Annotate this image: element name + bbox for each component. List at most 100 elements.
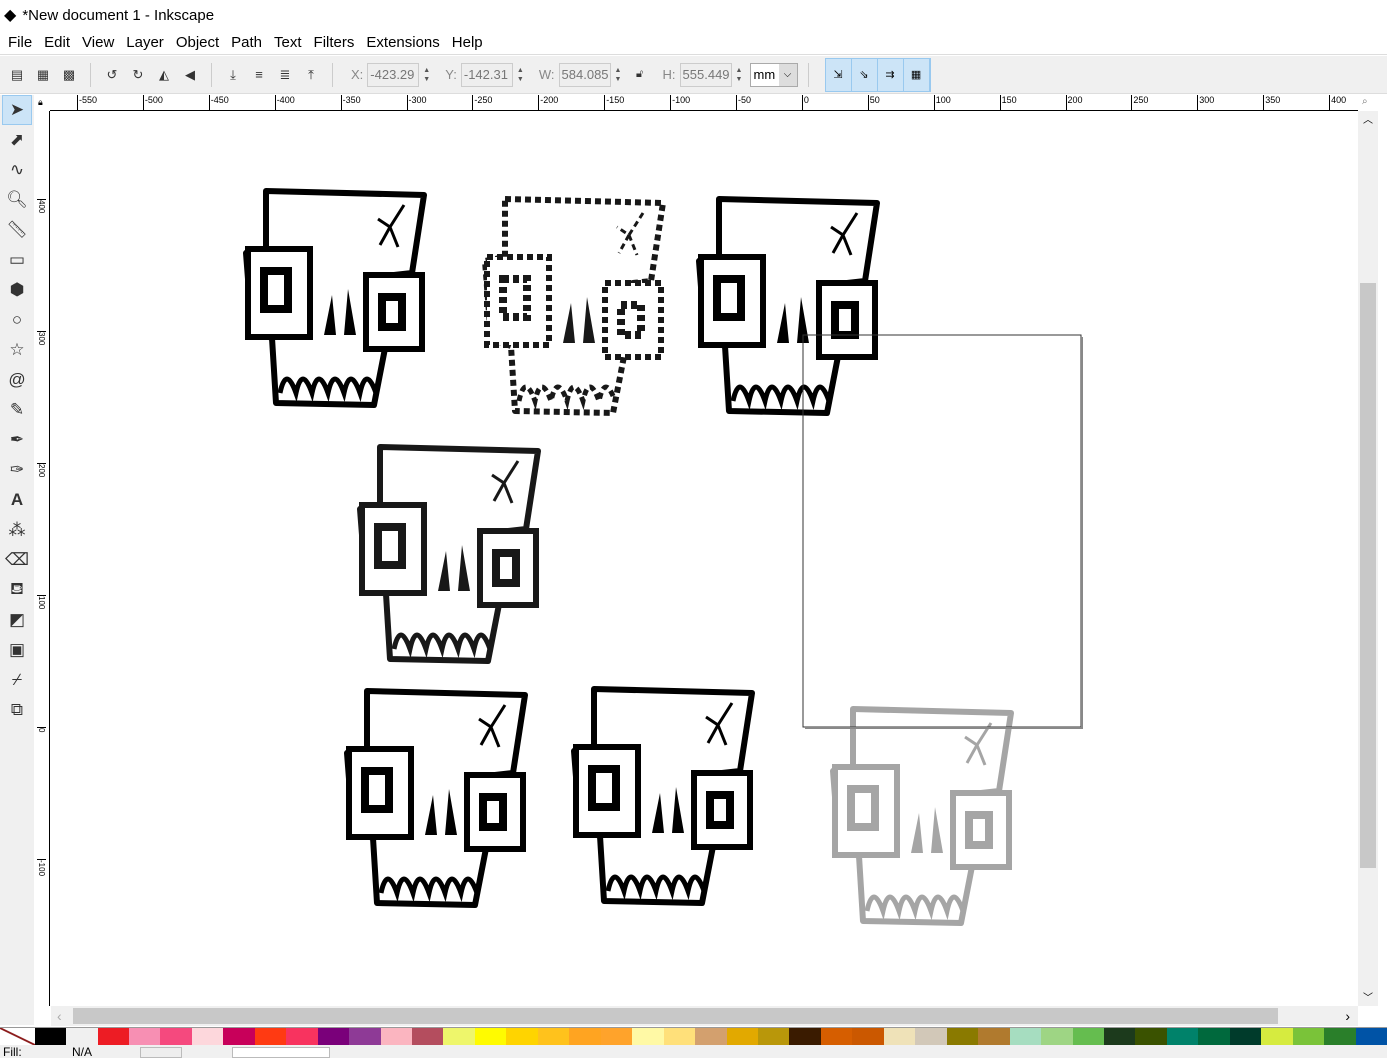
skull-drawing[interactable]: [347, 691, 525, 905]
color-swatch[interactable]: [789, 1028, 820, 1045]
zoom-corner-icon[interactable]: ⌕: [1362, 96, 1368, 107]
mesh-tool-icon[interactable]: ▣: [2, 635, 32, 665]
h-spinner[interactable]: ▲▼: [736, 63, 746, 87]
skull-drawing[interactable]: [246, 191, 424, 405]
color-swatch[interactable]: [98, 1028, 129, 1045]
menu-text[interactable]: Text: [268, 34, 308, 51]
h-input[interactable]: 555.449: [680, 63, 732, 87]
pen-tool-icon[interactable]: ✒: [2, 425, 32, 455]
scale-corners-icon[interactable]: ⇘: [852, 59, 878, 91]
color-swatch[interactable]: [884, 1028, 915, 1045]
opacity-input[interactable]: [140, 1047, 182, 1058]
color-swatch[interactable]: [223, 1028, 254, 1045]
measure-tool-icon[interactable]: 📏︎: [2, 215, 32, 245]
color-swatch[interactable]: [727, 1028, 758, 1045]
zoom-tool-icon[interactable]: 🔍︎: [2, 185, 32, 215]
gradient-tool-icon[interactable]: ◩: [2, 605, 32, 635]
color-swatch[interactable]: [475, 1028, 506, 1045]
menu-object[interactable]: Object: [170, 34, 225, 51]
color-swatch[interactable]: [318, 1028, 349, 1045]
color-swatch[interactable]: [1324, 1028, 1355, 1045]
menu-filters[interactable]: Filters: [308, 34, 361, 51]
rectangle-tool-icon[interactable]: ▭: [2, 245, 32, 275]
spiral-tool-icon[interactable]: @: [2, 365, 32, 395]
color-swatch[interactable]: [1135, 1028, 1166, 1045]
color-swatch[interactable]: [758, 1028, 789, 1045]
rotate-ccw-icon[interactable]: ↺: [101, 64, 123, 86]
color-swatch[interactable]: [443, 1028, 474, 1045]
star-tool-icon[interactable]: ☆: [2, 335, 32, 365]
text-tool-icon[interactable]: A: [2, 485, 32, 515]
scroll-left-icon[interactable]: ‹: [57, 1008, 62, 1024]
color-swatch[interactable]: [978, 1028, 1009, 1045]
w-spinner[interactable]: ▲▼: [615, 63, 625, 87]
connector-tool-icon[interactable]: ⧉: [2, 695, 32, 725]
color-swatch[interactable]: [915, 1028, 946, 1045]
color-swatch[interactable]: [538, 1028, 569, 1045]
node-tool-icon[interactable]: ⬈: [2, 125, 32, 155]
ellipse-tool-icon[interactable]: ○: [2, 305, 32, 335]
spray-tool-icon[interactable]: ⁂: [2, 515, 32, 545]
menu-layer[interactable]: Layer: [120, 34, 170, 51]
flip-horizontal-icon[interactable]: ◭: [153, 64, 175, 86]
paint-bucket-tool-icon[interactable]: ⛾: [2, 575, 32, 605]
color-swatch[interactable]: [255, 1028, 286, 1045]
selector-tool-icon[interactable]: ➤: [2, 95, 32, 125]
flip-vertical-icon[interactable]: ◀: [179, 64, 201, 86]
color-swatch[interactable]: [1041, 1028, 1072, 1045]
pencil-tool-icon[interactable]: ✎: [2, 395, 32, 425]
color-swatch[interactable]: [381, 1028, 412, 1045]
menu-path[interactable]: Path: [225, 34, 268, 51]
horizontal-scroll-thumb[interactable]: [73, 1008, 1278, 1024]
menu-help[interactable]: Help: [446, 34, 489, 51]
y-input[interactable]: -142.31: [461, 63, 513, 87]
color-swatch[interactable]: [1104, 1028, 1135, 1045]
color-swatch[interactable]: [1010, 1028, 1041, 1045]
transform-gradients-icon[interactable]: ⇉: [878, 59, 904, 91]
tweak-tool-icon[interactable]: ∿: [2, 155, 32, 185]
select-all-layers-icon[interactable]: ▦: [32, 64, 54, 86]
color-swatch[interactable]: [1073, 1028, 1104, 1045]
color-swatch[interactable]: [632, 1028, 663, 1045]
color-swatch[interactable]: [1261, 1028, 1292, 1045]
lower-icon[interactable]: ≡: [248, 64, 270, 86]
color-swatch[interactable]: [506, 1028, 537, 1045]
transform-patterns-icon[interactable]: ▦: [904, 59, 930, 91]
color-swatch[interactable]: [664, 1028, 695, 1045]
menu-extensions[interactable]: Extensions: [360, 34, 445, 51]
horizontal-scrollbar[interactable]: ‹ ›: [51, 1006, 1358, 1026]
raise-to-top-icon[interactable]: ⤒: [300, 64, 322, 86]
menu-edit[interactable]: Edit: [38, 34, 76, 51]
canvas[interactable]: [51, 111, 1358, 1006]
color-swatch[interactable]: [1293, 1028, 1324, 1045]
layer-select[interactable]: [232, 1047, 330, 1058]
scroll-up-icon[interactable]: ︿: [1358, 111, 1378, 126]
color-swatch[interactable]: [601, 1028, 632, 1045]
dropper-tool-icon[interactable]: ⌿: [2, 665, 32, 695]
skull-drawing[interactable]: [699, 199, 877, 413]
lock-guides-icon[interactable]: 🔒︎: [38, 97, 43, 108]
vertical-scrollbar[interactable]: ︿ ﹀: [1358, 111, 1378, 1006]
deselect-icon[interactable]: ▩: [58, 64, 80, 86]
color-swatch[interactable]: [349, 1028, 380, 1045]
color-swatch[interactable]: [947, 1028, 978, 1045]
color-swatch[interactable]: [35, 1028, 66, 1045]
w-input[interactable]: 584.085: [559, 63, 611, 87]
skull-trace[interactable]: [360, 447, 538, 661]
skull-trace[interactable]: [485, 199, 663, 413]
scroll-right-icon[interactable]: ›: [1345, 1008, 1350, 1024]
skull-drawing[interactable]: [574, 689, 752, 903]
color-swatch[interactable]: [129, 1028, 160, 1045]
no-paint-swatch[interactable]: [0, 1028, 35, 1045]
x-spinner[interactable]: ▲▼: [423, 63, 433, 87]
color-swatch[interactable]: [1230, 1028, 1261, 1045]
y-spinner[interactable]: ▲▼: [517, 63, 527, 87]
color-swatch[interactable]: [852, 1028, 883, 1045]
color-swatch[interactable]: [569, 1028, 600, 1045]
lower-to-bottom-icon[interactable]: ⤓: [222, 64, 244, 86]
3d-box-tool-icon[interactable]: ⬢: [2, 275, 32, 305]
calligraphy-tool-icon[interactable]: ✑: [2, 455, 32, 485]
horizontal-ruler[interactable]: -550-500-450-400-350-300-250-200-150-100…: [50, 95, 1358, 111]
vertical-scroll-thumb[interactable]: [1360, 283, 1376, 868]
color-swatch[interactable]: [1356, 1028, 1387, 1045]
